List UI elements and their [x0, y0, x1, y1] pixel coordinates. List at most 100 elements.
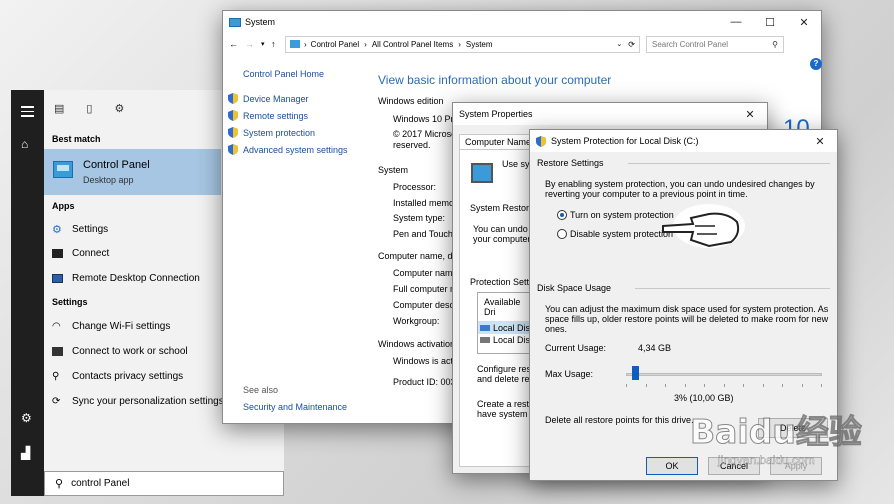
drive-row[interactable]: Local Dis — [478, 334, 536, 346]
setting-item-work[interactable]: Connect to work or school — [52, 346, 188, 357]
search-magnifier-icon: ⚲ — [772, 39, 778, 49]
refresh-icon[interactable]: ⟳ — [628, 40, 635, 49]
search-icon: ⚲ — [55, 478, 64, 490]
create-text: have system p — [477, 409, 536, 419]
configure-text: and delete rest — [477, 374, 537, 384]
computer-name-heading: Computer name, do — [378, 251, 458, 261]
edition-line: © 2017 Microsoft — [393, 129, 462, 139]
system-label: Processor: — [393, 182, 437, 192]
setting-label: Connect to work or school — [72, 346, 188, 357]
app-label: Remote Desktop Connection — [72, 273, 200, 284]
side-link-label: System protection — [243, 127, 316, 138]
breadcrumb-sep-icon: › — [304, 39, 307, 49]
address-dropdown-icon[interactable]: ⌄ — [616, 40, 622, 48]
search-control-panel-input[interactable]: Search Control Panel — [652, 40, 728, 49]
sysprops-title: System Properties — [459, 109, 533, 119]
remote-desktop-icon — [52, 274, 63, 283]
restore-settings-heading: Restore Settings — [537, 158, 604, 168]
disk-space-heading: Disk Space Usage — [537, 283, 612, 293]
shield-icon — [228, 127, 238, 138]
breadcrumb-item[interactable]: System — [466, 40, 493, 49]
protection-titlebar[interactable]: System Protection for Local Disk (C:) ✕ — [530, 130, 837, 152]
control-panel-home-link[interactable]: Control Panel Home — [243, 69, 324, 79]
search-input[interactable]: control Panel — [71, 478, 129, 489]
side-link-label: Device Manager — [243, 93, 309, 104]
side-link-label: Remote settings — [243, 110, 309, 121]
computer-label: Computer descr — [393, 300, 458, 310]
delete-restore-text: Delete all restore points for this drive… — [545, 415, 694, 425]
system-restore-heading: System Restore — [470, 203, 535, 213]
setting-item-contacts[interactable]: ⚲ Contacts privacy settings — [52, 371, 183, 382]
hamburger-icon[interactable] — [21, 106, 34, 117]
protection-close-button[interactable]: ✕ — [803, 130, 837, 152]
app-item-remote-desktop[interactable]: Remote Desktop Connection — [52, 273, 200, 284]
breadcrumb-item[interactable]: All Control Panel Items — [372, 40, 453, 49]
apps-view-icon[interactable]: ▤ — [54, 102, 64, 115]
close-button[interactable]: ✕ — [787, 11, 821, 33]
help-icon[interactable]: ? — [810, 58, 822, 70]
forward-arrow-icon[interactable]: → — [245, 39, 261, 49]
edition-line: Windows 10 Pro — [393, 114, 459, 124]
restore-desc: By enabling system protection, you can u… — [545, 179, 815, 189]
disk-space-divider — [635, 288, 830, 289]
side-link-device-manager[interactable]: Device Manager — [228, 93, 309, 104]
system-title: System — [245, 17, 276, 27]
activation-heading: Windows activation — [378, 339, 456, 349]
apps-heading: Apps — [52, 201, 75, 211]
control-panel-icon — [53, 161, 73, 178]
see-also-label: See also — [243, 385, 279, 395]
search-box[interactable]: ⚲ control Panel — [44, 471, 284, 496]
app-item-settings[interactable]: ⚙ Settings — [52, 223, 108, 236]
app-item-connect[interactable]: Connect — [52, 248, 109, 259]
best-match-heading: Best match — [52, 134, 101, 144]
shield-icon — [228, 144, 238, 155]
slider-ticks — [626, 384, 822, 387]
up-arrow-icon[interactable]: ↑ — [271, 39, 285, 49]
user-icon[interactable]: ▟ — [21, 446, 30, 460]
max-usage-slider-thumb[interactable] — [631, 366, 639, 380]
radio-off-icon — [557, 229, 567, 239]
drive-row[interactable]: Local Dis — [478, 322, 536, 334]
best-match-item[interactable]: Control Panel Desktop app — [44, 149, 221, 195]
radio-on-icon — [557, 210, 567, 220]
sysprops-titlebar[interactable]: System Properties ✕ — [453, 103, 767, 125]
address-bar[interactable]: › Control Panel › All Control Panel Item… — [285, 35, 640, 53]
system-label: System type: — [393, 213, 446, 223]
current-usage-label: Current Usage: — [545, 343, 607, 353]
home-icon[interactable]: ⌂ — [21, 137, 28, 151]
security-maintenance-link[interactable]: Security and Maintenance — [243, 402, 347, 412]
app-label: Connect — [72, 248, 110, 259]
side-link-remote-settings[interactable]: Remote settings — [228, 110, 308, 121]
shield-icon — [228, 110, 238, 121]
start-top-icons: ▤ ▯ ⚙ — [54, 102, 124, 115]
edition-line: reserved. — [393, 140, 431, 150]
restore-text: your computer t — [473, 234, 536, 244]
side-link-system-protection[interactable]: System protection — [228, 127, 315, 138]
maximize-button[interactable]: ☐ — [753, 11, 787, 33]
sysprops-close-button[interactable]: ✕ — [733, 103, 767, 125]
document-icon[interactable]: ▯ — [86, 102, 92, 115]
protection-title: System Protection for Local Disk (C:) — [551, 136, 699, 146]
setting-item-sync[interactable]: ⟳ Sync your personalization settings — [52, 396, 224, 407]
tab-computer-name[interactable]: Computer Name — [459, 134, 538, 150]
system-label: Pen and Touch: — [393, 229, 456, 239]
back-arrow-icon[interactable]: ← — [229, 39, 245, 49]
control-panel-search[interactable]: Search Control Panel ⚲ — [646, 35, 784, 53]
gear-icon[interactable]: ⚙ — [21, 411, 32, 425]
drive-icon — [480, 337, 490, 343]
best-match-sub: Desktop app — [83, 175, 134, 185]
address-pc-icon — [290, 40, 300, 48]
setting-item-wifi[interactable]: ◠ Change Wi-Fi settings — [52, 321, 170, 332]
web-gear-icon[interactable]: ⚙ — [114, 102, 124, 115]
windows-edition-heading: Windows edition — [378, 96, 444, 106]
minimize-button[interactable]: — — [719, 11, 753, 33]
disk-desc: ones. — [545, 324, 568, 334]
activation-line: Windows is activ — [393, 356, 460, 366]
breadcrumb-item[interactable]: Control Panel — [311, 40, 359, 49]
side-link-advanced[interactable]: Advanced system settings — [228, 144, 348, 155]
system-titlebar[interactable]: System — ☐ ✕ — [223, 11, 821, 33]
setting-label: Contacts privacy settings — [72, 371, 184, 382]
contacts-icon: ⚲ — [52, 371, 60, 382]
setting-label: Sync your personalization settings — [72, 396, 224, 407]
history-chevron-icon[interactable]: ▾ — [261, 40, 271, 48]
